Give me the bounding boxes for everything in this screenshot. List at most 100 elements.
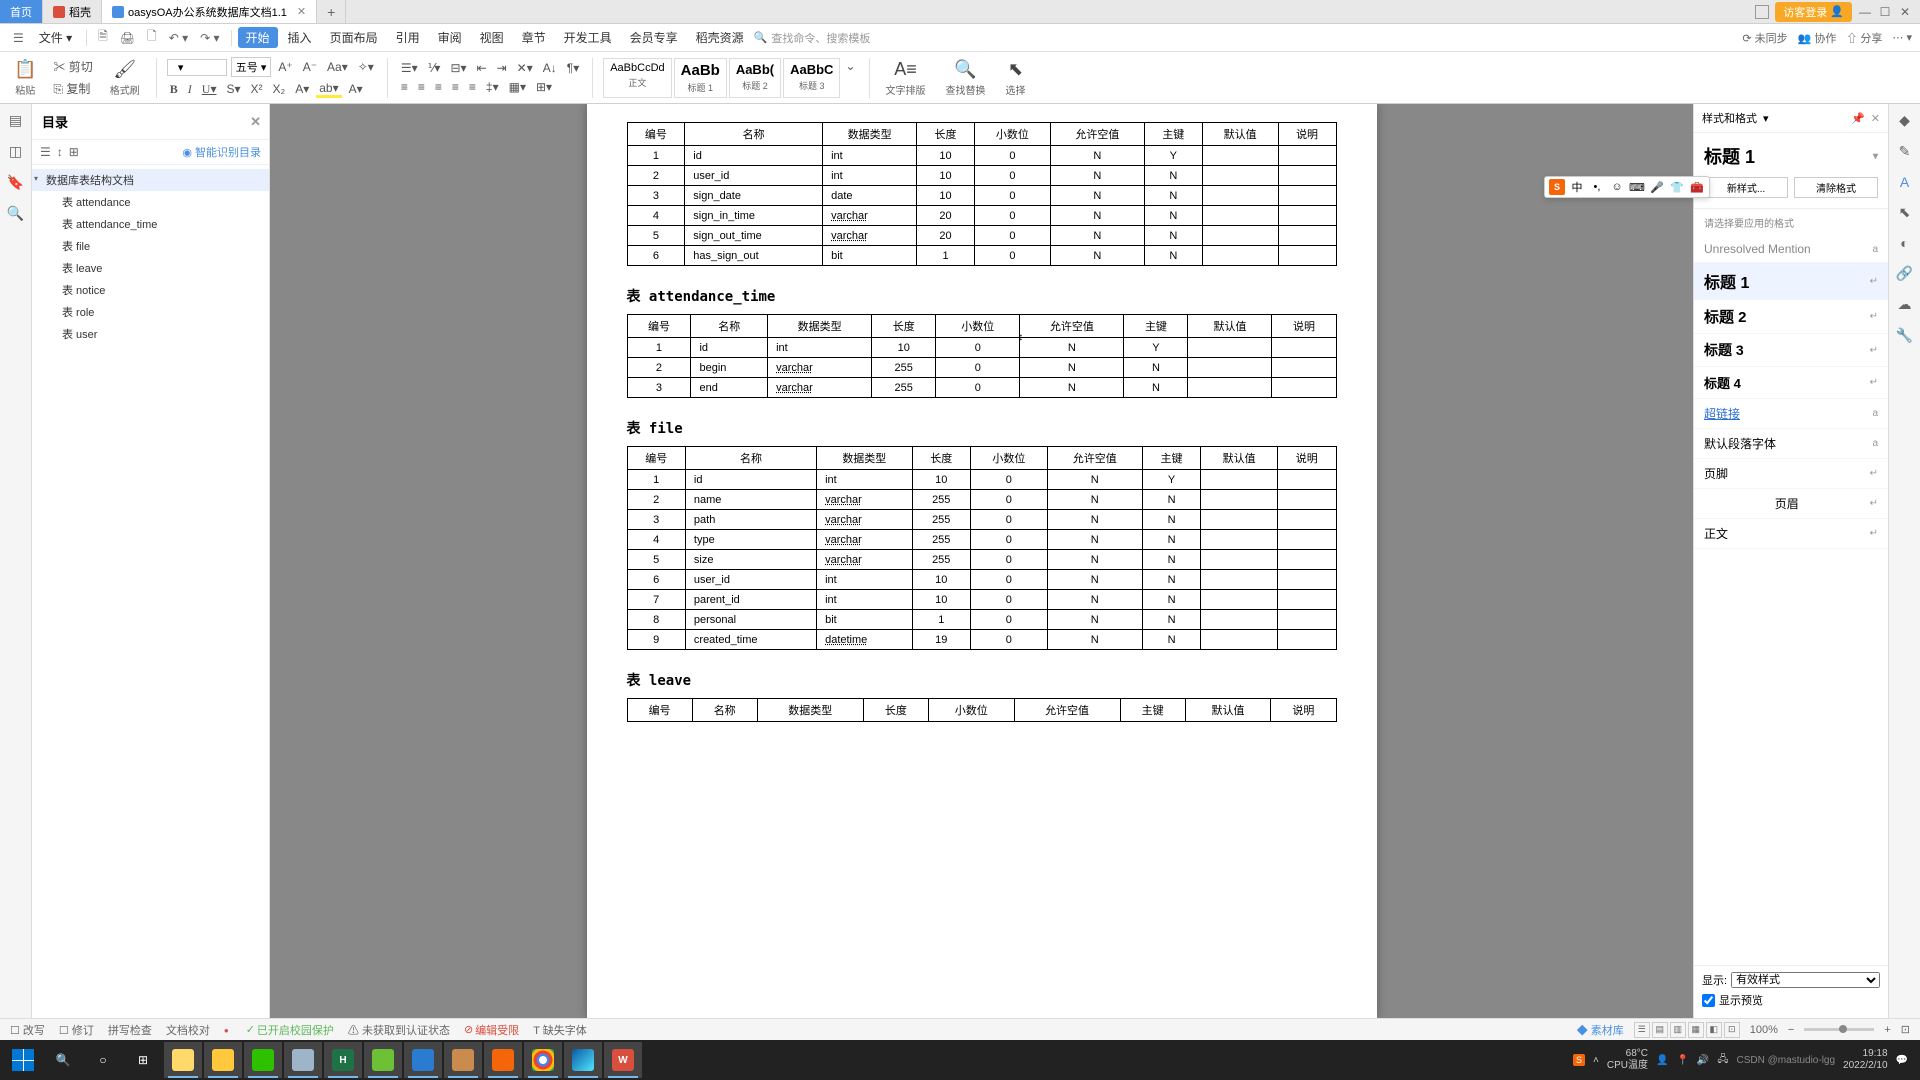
search-rail-icon[interactable]: 🔍	[7, 205, 24, 222]
table-cell[interactable]: datetime	[817, 630, 912, 650]
table-cell[interactable]: 2	[627, 358, 691, 378]
table-row[interactable]: 1idint100NY	[627, 146, 1336, 166]
status-protection[interactable]: ✓ 已开启校园保护	[246, 1022, 334, 1038]
table-cell[interactable]: N	[1047, 530, 1142, 550]
style-hyperlink[interactable]: 超链接a	[1694, 399, 1888, 429]
table-cell[interactable]: 3	[627, 510, 685, 530]
menu-start[interactable]: 开始	[238, 27, 278, 48]
table-cell[interactable]: 0	[970, 610, 1047, 630]
taskbar-app3[interactable]	[444, 1042, 482, 1078]
menu-devtools[interactable]: 开发工具	[556, 27, 620, 48]
table-cell[interactable]: size	[685, 550, 816, 570]
table-cell[interactable]: 0	[970, 550, 1047, 570]
table-cell[interactable]: N	[1047, 630, 1142, 650]
table-cell[interactable]: user_id	[685, 570, 816, 590]
table-row[interactable]: 3pathvarchar2550NN	[627, 510, 1336, 530]
taskbar-chrome[interactable]	[524, 1042, 562, 1078]
table-cell[interactable]: N	[1020, 338, 1124, 358]
ime-skin-icon[interactable]: 👕	[1669, 179, 1685, 195]
table-cell[interactable]: bit	[817, 610, 912, 630]
ime-toolbar[interactable]: S 中 •, ☺ ⌨ 🎤 👕 🧰	[1544, 176, 1710, 198]
table-cell[interactable]: int	[823, 166, 917, 186]
taskview-button[interactable]: ⊞	[124, 1042, 162, 1078]
table-cell[interactable]: N	[1050, 226, 1144, 246]
status-edit-restricted[interactable]: ⊘ 编辑受限	[464, 1022, 519, 1038]
table-cell[interactable]: has_sign_out	[685, 246, 823, 266]
table-cell[interactable]: id	[685, 146, 823, 166]
new-tab-button[interactable]: +	[317, 0, 346, 23]
preview-checkbox[interactable]	[1702, 994, 1715, 1007]
table-cell[interactable]	[1201, 590, 1278, 610]
app-switcher-icon[interactable]	[1755, 5, 1769, 19]
table-cell[interactable]: 10	[912, 570, 970, 590]
table-cell[interactable]: date	[823, 186, 917, 206]
table-cell[interactable]: 6	[627, 570, 685, 590]
maximize-button[interactable]: ☐	[1878, 5, 1892, 19]
tray-volume-icon[interactable]: 🔊	[1697, 1055, 1709, 1066]
menu-daokeres[interactable]: 稻壳资源	[688, 27, 752, 48]
strikethrough-button[interactable]: S▾	[224, 81, 244, 97]
view-full-icon[interactable]: ⊡	[1724, 1022, 1740, 1038]
table-cell[interactable]: int	[817, 570, 912, 590]
share-button[interactable]: ⇧ 分享	[1846, 30, 1882, 46]
status-cert[interactable]: ⚠ 未获取到认证状态	[348, 1022, 450, 1038]
style-heading3[interactable]: AaBbC标题 3	[783, 58, 840, 98]
table-cell[interactable]: bit	[823, 246, 917, 266]
nosync-status[interactable]: ⟳ 未同步	[1742, 30, 1787, 46]
table-cell[interactable]: id	[685, 470, 816, 490]
table-cell[interactable]: 7	[627, 590, 685, 610]
table-cell[interactable]	[1202, 186, 1278, 206]
table-cell[interactable]: N	[1050, 206, 1144, 226]
menu-view[interactable]: 视图	[472, 27, 512, 48]
shading-button[interactable]: ▦▾	[506, 79, 529, 95]
cortana-button[interactable]: ○	[84, 1042, 122, 1078]
diamond-rail-icon[interactable]: ◆	[1899, 112, 1910, 129]
table-cell[interactable]: 255	[872, 378, 936, 398]
table-cell[interactable]: N	[1050, 146, 1144, 166]
table-leave-header[interactable]: 编号名称数据类型长度小数位允许空值主键默认值说明	[627, 698, 1337, 722]
table-row[interactable]: 2user_idint100NN	[627, 166, 1336, 186]
ime-punct-icon[interactable]: •,	[1589, 179, 1605, 195]
taskbar-app2[interactable]	[404, 1042, 442, 1078]
table-cell[interactable]: N	[1142, 510, 1200, 530]
copy-button[interactable]: ⎘ 复制	[50, 79, 93, 98]
table-cell[interactable]: N	[1142, 610, 1200, 630]
taskbar-edge[interactable]	[564, 1042, 602, 1078]
current-style-dropdown-icon[interactable]: ▾	[1873, 151, 1878, 162]
table-cell[interactable]	[1272, 378, 1336, 398]
increase-indent-button[interactable]: ⇥	[494, 60, 510, 76]
table-cell[interactable]	[1202, 226, 1278, 246]
search-button[interactable]: 🔍	[44, 1042, 82, 1078]
table-cell[interactable]: N	[1142, 590, 1200, 610]
highlight-button[interactable]: ab▾	[316, 80, 341, 98]
table-cell[interactable]: Y	[1124, 338, 1188, 358]
table-cell[interactable]: 6	[627, 246, 685, 266]
table-cell[interactable]	[1201, 630, 1278, 650]
zoom-in-icon[interactable]: +	[1884, 1024, 1890, 1036]
taskbar-wps[interactable]: W	[604, 1042, 642, 1078]
text-layout-icon[interactable]: A≡	[894, 59, 917, 80]
table-cell[interactable]: path	[685, 510, 816, 530]
table-cell[interactable]: N	[1144, 226, 1202, 246]
table-cell[interactable]	[1202, 166, 1278, 186]
font-size-select[interactable]: 五号 ▾	[231, 57, 272, 77]
table-cell[interactable]: 255	[912, 510, 970, 530]
tree-item-role[interactable]: 表 role	[32, 301, 269, 323]
taskbar-app1[interactable]	[364, 1042, 402, 1078]
table-cell[interactable]: 8	[627, 610, 685, 630]
view-web-icon[interactable]: ▦	[1688, 1022, 1704, 1038]
zoom-slider[interactable]	[1804, 1028, 1874, 1031]
table-cell[interactable]: 10	[917, 186, 975, 206]
status-spell[interactable]: 拼写检查	[108, 1022, 152, 1038]
close-panel-icon[interactable]: ✕	[1871, 112, 1880, 125]
table-cell[interactable]: 0	[974, 166, 1050, 186]
table-cell[interactable]: 5	[627, 226, 685, 246]
collab-button[interactable]: 👥 协作	[1798, 30, 1837, 46]
tree-item-attendance[interactable]: 表 attendance	[32, 191, 269, 213]
table-cell[interactable]: 2	[627, 166, 685, 186]
table-cell[interactable]: N	[1047, 470, 1142, 490]
outline-expand-icon[interactable]: ☰	[40, 145, 51, 159]
undo-icon[interactable]: ↶ ▾	[164, 29, 193, 47]
table-cell[interactable]	[1201, 470, 1278, 490]
cube-rail-icon[interactable]: ◫	[9, 143, 22, 160]
